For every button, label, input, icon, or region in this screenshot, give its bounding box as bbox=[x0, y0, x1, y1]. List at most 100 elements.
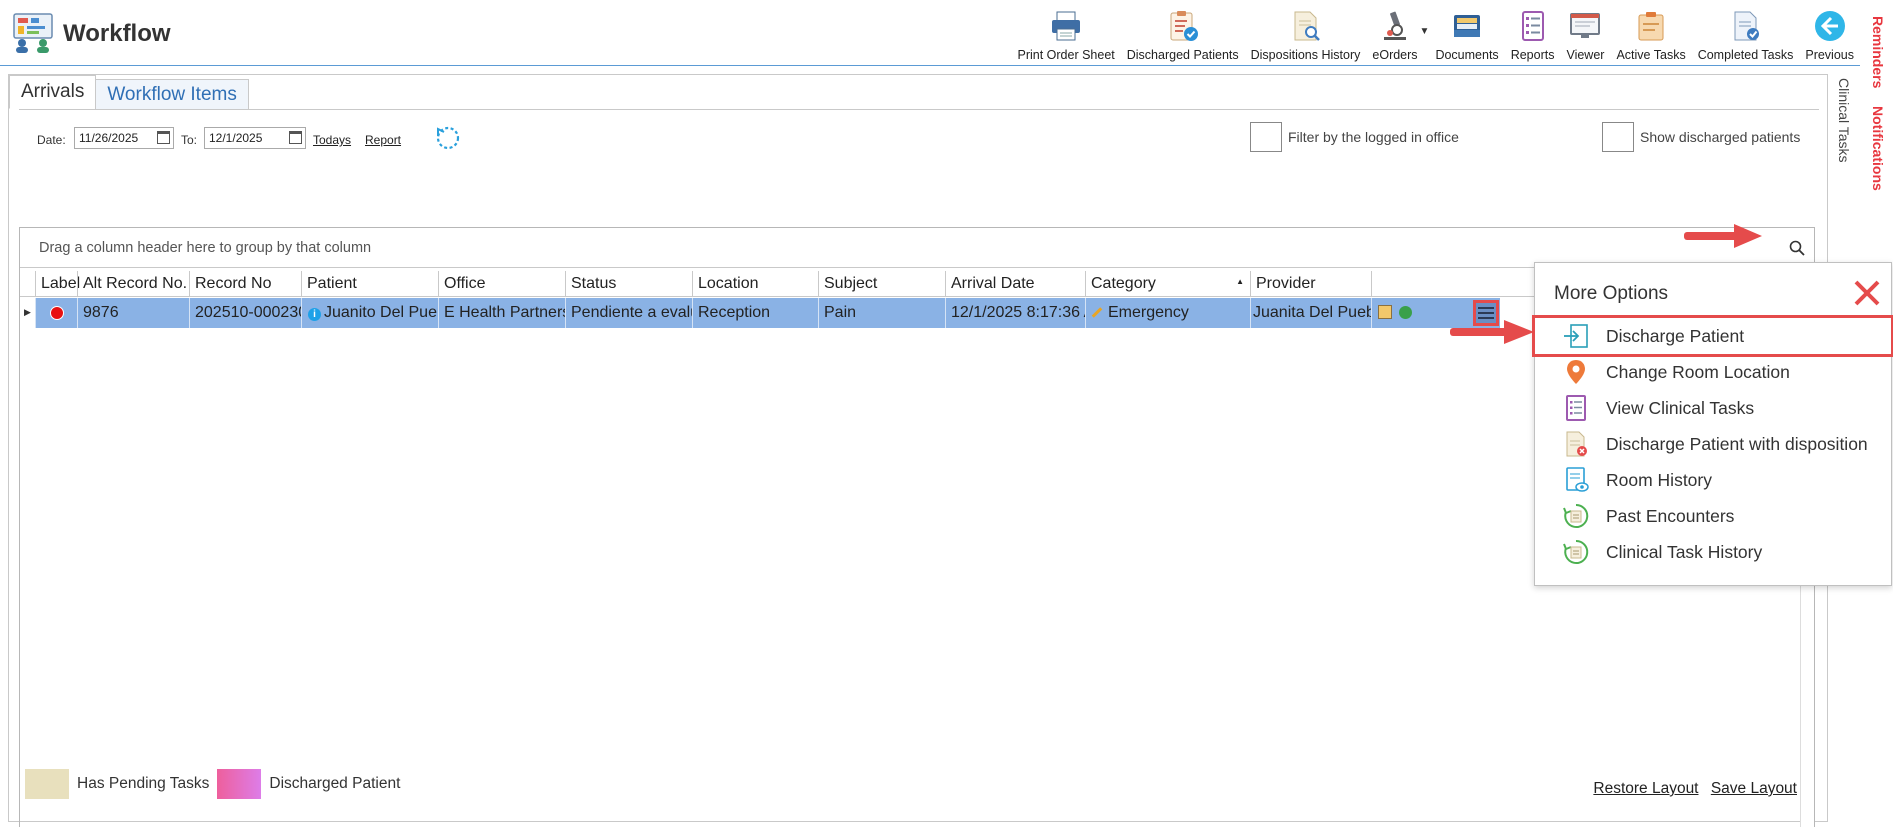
app-header: Workflow Print Order Sheet Discharged Pa… bbox=[0, 0, 1860, 66]
past-encounters-icon bbox=[1563, 503, 1589, 528]
annotation-arrow-icon bbox=[1450, 320, 1534, 344]
menu-item-discharge-patient[interactable]: Discharge Patient bbox=[1532, 315, 1893, 357]
tab-arrivals[interactable]: Arrivals bbox=[9, 75, 97, 109]
filter-office-checkbox[interactable] bbox=[1250, 122, 1282, 152]
viewer-button[interactable]: Viewer bbox=[1560, 4, 1610, 64]
active-tasks-button[interactable]: Active Tasks bbox=[1610, 4, 1691, 64]
column-header-location[interactable]: Location bbox=[692, 271, 818, 297]
arrival-date-cell: 12/1/2025 8:17:36 AM bbox=[945, 298, 1085, 328]
patient-info-icon[interactable]: i bbox=[308, 308, 321, 321]
column-header-record-no[interactable]: Record No bbox=[189, 271, 301, 297]
discharged-patients-label: Discharged Patients bbox=[1126, 48, 1239, 62]
documents-button[interactable]: Documents bbox=[1429, 4, 1504, 64]
column-header-subject[interactable]: Subject bbox=[818, 271, 945, 297]
menu-item-label: Clinical Task History bbox=[1606, 541, 1763, 562]
eorders-button[interactable]: eOrders bbox=[1366, 4, 1423, 64]
completed-tasks-icon bbox=[1734, 11, 1759, 41]
refresh-icon[interactable] bbox=[434, 124, 462, 152]
app-title: Workflow bbox=[63, 20, 171, 47]
column-header-arrival-date[interactable]: Arrival Date bbox=[945, 271, 1085, 297]
subject-cell: Pain bbox=[818, 298, 945, 328]
reminders-tab[interactable]: Reminders bbox=[1870, 16, 1886, 88]
annotation-arrow-icon bbox=[1684, 224, 1762, 248]
todays-link[interactable]: Todays bbox=[313, 133, 351, 147]
legend: Has Pending Tasks Discharged Patient bbox=[25, 769, 400, 799]
column-header-status[interactable]: Status bbox=[565, 271, 692, 297]
active-tasks-icon bbox=[1638, 12, 1664, 41]
menu-item-clinical-task-history[interactable]: Clinical Task History bbox=[1535, 534, 1891, 570]
calendar-icon[interactable] bbox=[289, 131, 302, 144]
column-header-provider[interactable]: Provider bbox=[1250, 271, 1371, 297]
discharged-patient-label: Discharged Patient bbox=[269, 775, 401, 792]
clinical-tasks-icon bbox=[1566, 395, 1586, 421]
date-from-field[interactable]: 11/26/2025 bbox=[74, 127, 174, 149]
menu-item-room-history[interactable]: Room History bbox=[1535, 462, 1891, 498]
dispositions-history-label: Dispositions History bbox=[1250, 48, 1361, 62]
sort-ascending-icon: ▲ bbox=[1236, 277, 1244, 286]
show-discharged-option: Show discharged patients bbox=[1602, 122, 1800, 152]
discharged-patients-button[interactable]: Discharged Patients bbox=[1121, 4, 1245, 64]
notifications-tab[interactable]: Notifications bbox=[1870, 106, 1886, 191]
office-cell: E Health Partners bbox=[438, 298, 565, 328]
completed-tasks-button[interactable]: Completed Tasks bbox=[1692, 4, 1800, 64]
completed-tasks-label: Completed Tasks bbox=[1697, 48, 1794, 62]
search-icon[interactable] bbox=[1788, 239, 1806, 257]
menu-item-discharge-patient-with-disposition[interactable]: Discharge Patient with disposition bbox=[1535, 426, 1891, 462]
provider-cell: Juanita Del Pueblo bbox=[1250, 298, 1371, 328]
menu-item-change-room-location[interactable]: Change Room Location bbox=[1535, 354, 1891, 390]
report-link[interactable]: Report bbox=[365, 133, 401, 147]
column-header-category[interactable]: Category ▲ bbox=[1085, 271, 1250, 297]
restore-layout-link[interactable]: Restore Layout bbox=[1593, 780, 1698, 797]
clinical-tasks-tab[interactable]: Clinical Tasks bbox=[1836, 78, 1852, 163]
pending-tasks-label: Has Pending Tasks bbox=[77, 775, 210, 792]
filter-office-label: Filter by the logged in office bbox=[1288, 129, 1459, 145]
show-discharged-checkbox[interactable] bbox=[1602, 122, 1634, 152]
column-header-label[interactable]: Label bbox=[35, 271, 80, 297]
category-cell: Emergency bbox=[1085, 298, 1250, 328]
calendar-icon[interactable] bbox=[157, 131, 170, 144]
tab-workflow-items[interactable]: Workflow Items bbox=[95, 79, 249, 109]
print-order-sheet-button[interactable]: Print Order Sheet bbox=[1011, 4, 1120, 64]
footer-links: Restore Layout Save Layout bbox=[1585, 780, 1797, 798]
menu-item-label: Past Encounters bbox=[1606, 505, 1735, 526]
red-label-dot-icon bbox=[50, 306, 64, 320]
previous-button[interactable]: Previous bbox=[1799, 4, 1860, 64]
column-header-patient[interactable]: Patient bbox=[301, 271, 438, 297]
discharge-icon bbox=[1564, 324, 1588, 348]
eorders-dropdown-arrow-icon[interactable]: ▼ bbox=[1420, 26, 1430, 64]
report-list-icon bbox=[1521, 11, 1544, 41]
menu-item-view-clinical-tasks[interactable]: View Clinical Tasks bbox=[1535, 390, 1891, 426]
clinical-task-history-icon bbox=[1563, 539, 1589, 564]
column-header-category-label: Category bbox=[1091, 275, 1156, 292]
menu-item-label: Room History bbox=[1606, 469, 1712, 490]
location-cell: Reception bbox=[692, 298, 818, 328]
viewer-label: Viewer bbox=[1566, 48, 1605, 62]
row-indicator-icon: ▶ bbox=[20, 298, 36, 328]
column-header-alt-record-no[interactable]: Alt Record No. bbox=[77, 271, 189, 297]
date-from-value: 11/26/2025 bbox=[79, 131, 139, 145]
dispositions-history-button[interactable]: Dispositions History bbox=[1245, 4, 1367, 64]
previous-label: Previous bbox=[1805, 48, 1854, 62]
column-header-office[interactable]: Office bbox=[438, 271, 565, 297]
close-icon[interactable] bbox=[1851, 277, 1883, 309]
add-green-icon[interactable] bbox=[1399, 306, 1412, 319]
menu-item-past-encounters[interactable]: Past Encounters bbox=[1535, 498, 1891, 534]
discharge-disposition-icon bbox=[1566, 431, 1587, 457]
room-history-icon bbox=[1566, 467, 1589, 492]
documents-small-icon[interactable] bbox=[1378, 305, 1392, 319]
documents-label: Documents bbox=[1435, 48, 1499, 62]
inbox-icon bbox=[1454, 15, 1481, 37]
clipboard-check-icon bbox=[1170, 11, 1198, 41]
workflow-logo-icon bbox=[13, 13, 53, 53]
print-order-sheet-label: Print Order Sheet bbox=[1017, 48, 1115, 62]
category-value: Emergency bbox=[1108, 304, 1189, 321]
column-header-actions bbox=[1371, 271, 1500, 297]
date-to-field[interactable]: 12/1/2025 bbox=[204, 127, 306, 149]
pending-tasks-swatch bbox=[25, 769, 69, 799]
document-search-icon bbox=[1294, 11, 1320, 41]
reports-button[interactable]: Reports bbox=[1505, 4, 1561, 64]
filter-row: Date: 11/26/2025 To: 12/1/2025 Todays Re… bbox=[19, 122, 1819, 154]
save-layout-link[interactable]: Save Layout bbox=[1711, 780, 1797, 797]
patient-cell[interactable]: iJuanito Del Pueblo bbox=[301, 298, 438, 328]
tab-strip: Arrivals Workflow Items bbox=[9, 75, 249, 109]
